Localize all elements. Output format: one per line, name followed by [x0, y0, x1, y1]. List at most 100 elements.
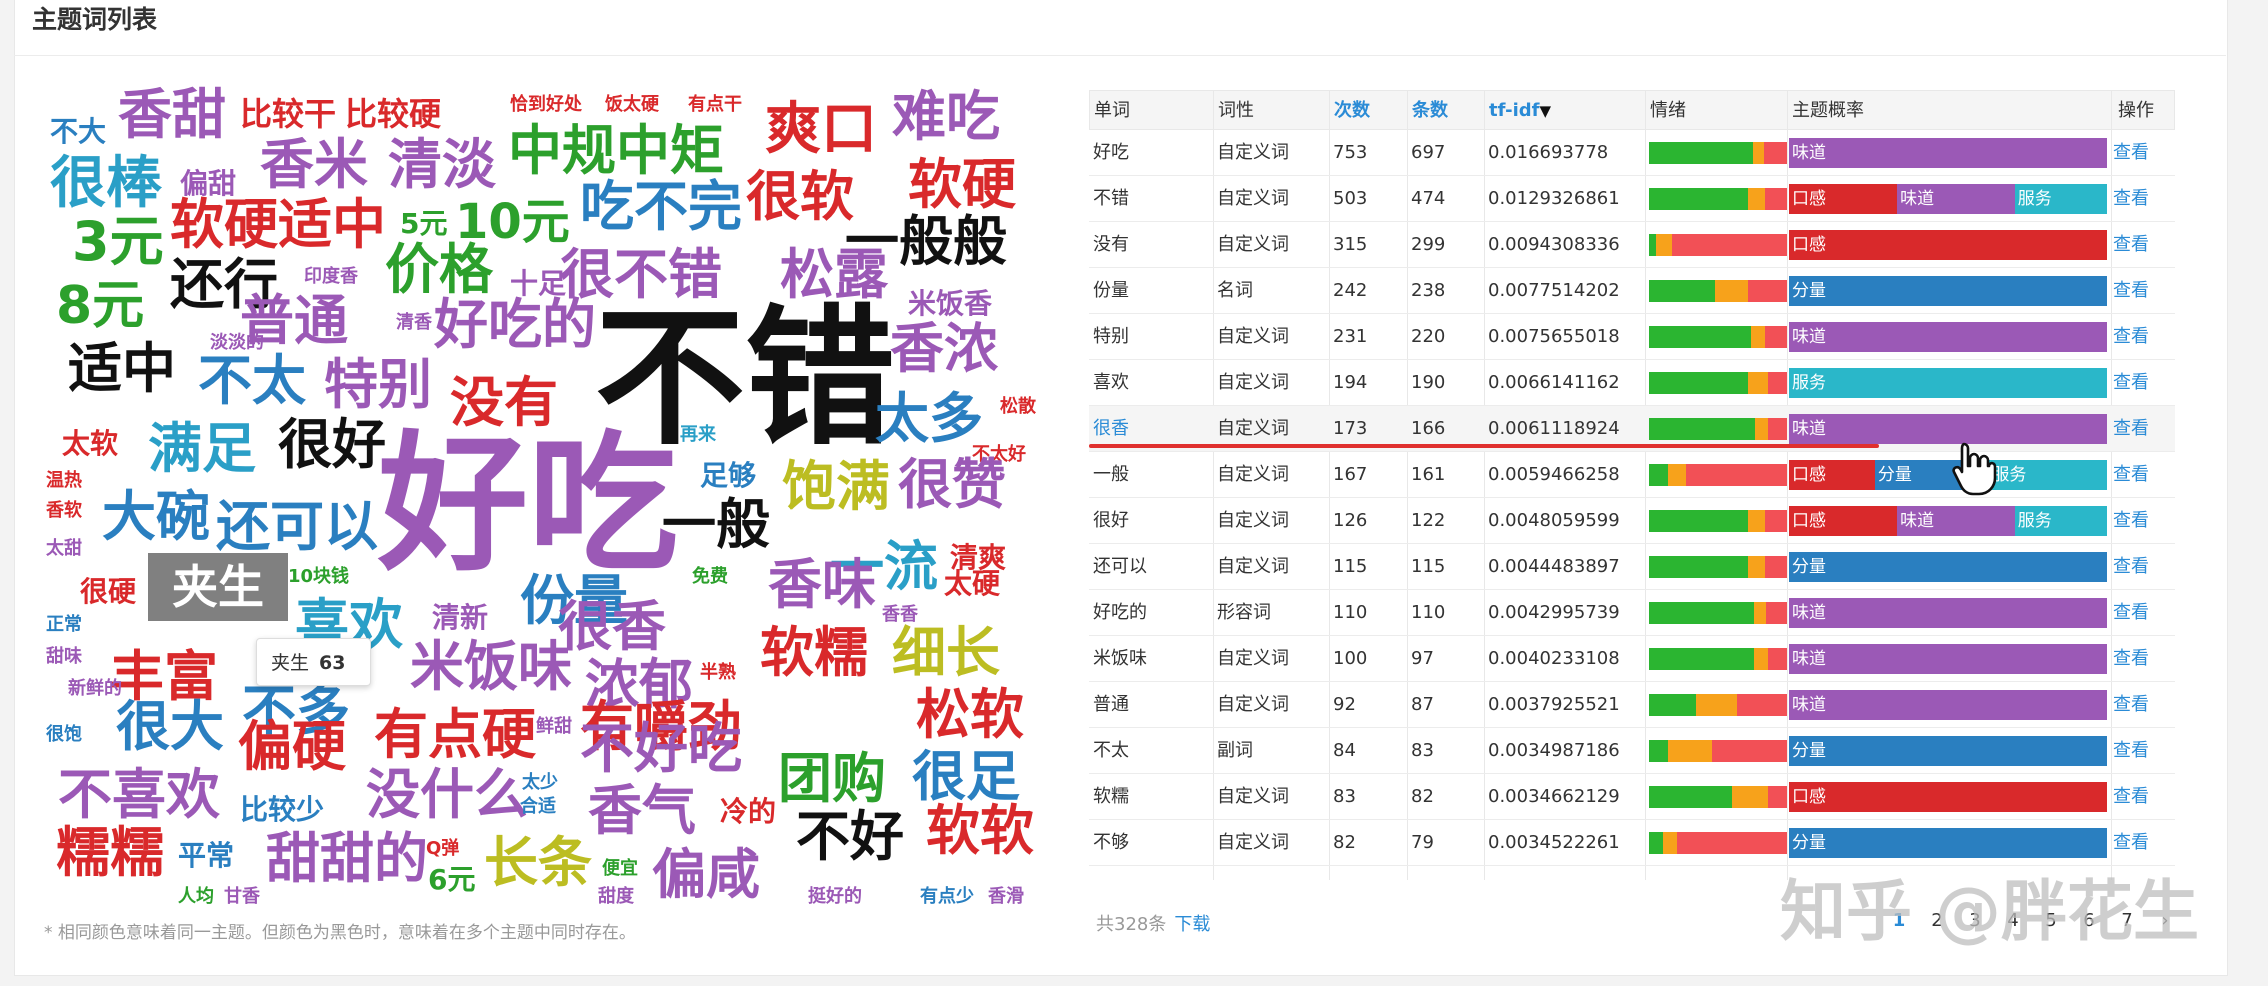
cloud-word[interactable]: 香味	[768, 558, 876, 612]
cloud-word[interactable]: 米饭香	[908, 290, 992, 318]
cloud-word[interactable]: 很软	[746, 170, 854, 224]
cloud-word[interactable]: 团购	[778, 752, 886, 806]
topic-segment[interactable]: 味道	[1789, 414, 2107, 444]
cloud-word[interactable]: 甘香	[224, 888, 260, 906]
cloud-word[interactable]: 满足	[148, 422, 256, 476]
cloud-word[interactable]: 很大	[116, 700, 224, 754]
cloud-word[interactable]: 香气	[588, 784, 696, 838]
cloud-word[interactable]: 很硬	[80, 578, 136, 606]
view-link[interactable]: 查看	[2113, 728, 2149, 774]
cloud-word[interactable]: 特别	[324, 358, 432, 412]
cloud-word[interactable]: 细长	[892, 626, 1000, 680]
topic-segment[interactable]: 口感	[1789, 184, 1898, 214]
cloud-word[interactable]: 难吃	[892, 90, 1000, 144]
cloud-word[interactable]: 8元	[56, 280, 144, 332]
cloud-word[interactable]: 有点干	[688, 96, 742, 114]
cloud-word[interactable]: 冷的	[720, 798, 776, 826]
cloud-word[interactable]: 清淡	[388, 138, 496, 192]
cloud-word[interactable]: 甜度	[598, 888, 634, 906]
view-link[interactable]: 查看	[2113, 360, 2149, 406]
cloud-word[interactable]: 松散	[1000, 398, 1036, 416]
cloud-word[interactable]: 长条	[484, 836, 592, 890]
view-link[interactable]: 查看	[2113, 636, 2149, 682]
cloud-word[interactable]: 5元	[400, 210, 447, 238]
cloud-word[interactable]: 太甜	[46, 540, 82, 558]
cloud-word[interactable]: 清香	[396, 314, 432, 332]
cloud-word[interactable]: 吃不完	[580, 180, 742, 234]
topic-segment[interactable]: 服务	[2014, 506, 2107, 536]
cloud-word[interactable]: 新鲜的	[68, 680, 122, 698]
cloud-word[interactable]: 软软	[926, 804, 1034, 858]
topic-segment[interactable]: 味道	[1789, 690, 2107, 720]
cloud-word[interactable]: 甜甜的	[266, 832, 428, 886]
cloud-word[interactable]: 太少	[522, 774, 558, 792]
cloud-word[interactable]: 不好	[796, 810, 904, 864]
cloud-word[interactable]: 有点少	[920, 888, 974, 906]
cloud-word[interactable]: 适中	[68, 342, 176, 396]
cloud-word[interactable]: 香浓	[890, 322, 998, 376]
cloud-word[interactable]: 很足	[912, 750, 1020, 804]
cloud-word[interactable]: 鲜甜	[536, 718, 572, 736]
view-link[interactable]: 查看	[2113, 130, 2149, 176]
topic-segment[interactable]: 口感	[1789, 506, 1898, 536]
cloud-word[interactable]: 糯糯	[56, 826, 164, 880]
topic-segment[interactable]: 味道	[1789, 598, 2107, 628]
cloud-word[interactable]: 松软	[916, 688, 1024, 742]
cloud-word[interactable]: 足够	[700, 462, 756, 490]
cloud-word[interactable]: 很棒	[50, 156, 162, 212]
cloud-word[interactable]: 软硬	[908, 158, 1016, 212]
cloud-word[interactable]: 再来	[680, 426, 716, 444]
topic-segment[interactable]: 味道	[1897, 184, 2015, 214]
view-link[interactable]: 查看	[2113, 176, 2149, 222]
cloud-word[interactable]: 正常	[46, 616, 82, 634]
topic-segment[interactable]: 分量	[1789, 828, 2107, 858]
cloud-word[interactable]: 清新	[432, 604, 488, 632]
cloud-word[interactable]: 恰到好处	[510, 96, 582, 114]
cloud-word[interactable]: 温热	[46, 472, 82, 490]
cloud-word[interactable]: 软糯	[760, 626, 868, 680]
cloud-word[interactable]: 好吃	[378, 430, 678, 580]
topic-segment[interactable]: 服务	[2014, 184, 2107, 214]
cloud-word[interactable]: 很好	[278, 418, 386, 472]
cloud-word[interactable]: 3元	[72, 215, 164, 269]
topic-segment[interactable]: 口感	[1789, 782, 2107, 812]
topic-segment[interactable]: 味道	[1789, 322, 2107, 352]
cloud-word[interactable]: 印度香	[304, 268, 358, 286]
topic-segment[interactable]: 口感	[1789, 230, 2107, 260]
topic-segment[interactable]: 服务	[1789, 368, 2107, 398]
download-link[interactable]: 下载	[1174, 914, 1210, 935]
cloud-word[interactable]: 香米	[260, 138, 368, 192]
cloud-word[interactable]: 平常	[178, 842, 234, 870]
view-link[interactable]: 查看	[2113, 314, 2149, 360]
cloud-word[interactable]: 不太	[198, 354, 306, 408]
topic-segment[interactable]: 分量	[1789, 552, 2107, 582]
cloud-word[interactable]: 好吃的	[434, 298, 596, 352]
cloud-word[interactable]: 饭太硬	[605, 96, 659, 114]
cloud-word[interactable]: 甜味	[46, 648, 82, 666]
cloud-word[interactable]: 价格	[385, 243, 493, 297]
view-link[interactable]: 查看	[2113, 268, 2149, 314]
cloud-word[interactable]: 香滑	[988, 888, 1024, 906]
col-tfidf[interactable]: tf-idf▼	[1485, 91, 1551, 131]
topic-segment[interactable]: 味道	[1897, 506, 2015, 536]
topic-segment[interactable]: 分量	[1789, 276, 2107, 306]
topic-segment[interactable]: 口感	[1789, 460, 1875, 490]
topic-segment[interactable]: 味道	[1789, 644, 2107, 674]
highlighted-word[interactable]: 夹生	[148, 553, 288, 621]
view-link[interactable]: 查看	[2113, 406, 2149, 452]
cloud-word[interactable]: 合适	[520, 798, 556, 816]
cloud-word[interactable]: 半熟	[700, 664, 736, 682]
cloud-word[interactable]: 很饱	[46, 726, 82, 744]
view-link[interactable]: 查看	[2113, 498, 2149, 544]
cloud-word[interactable]: 太硬	[944, 570, 1000, 598]
cloud-word[interactable]: 便宜	[602, 860, 638, 878]
col-docs[interactable]: 条数	[1408, 91, 1448, 131]
cloud-word[interactable]: 大碗	[102, 490, 210, 544]
col-count[interactable]: 次数	[1330, 91, 1370, 131]
cloud-word[interactable]: 太软	[62, 430, 118, 458]
cloud-word[interactable]: 没什么	[366, 768, 528, 822]
cloud-word[interactable]: 有点硬	[374, 708, 536, 762]
view-link[interactable]: 查看	[2113, 590, 2149, 636]
cloud-word[interactable]: 很赞	[898, 458, 1006, 512]
cloud-word[interactable]: 不喜欢	[58, 768, 220, 822]
